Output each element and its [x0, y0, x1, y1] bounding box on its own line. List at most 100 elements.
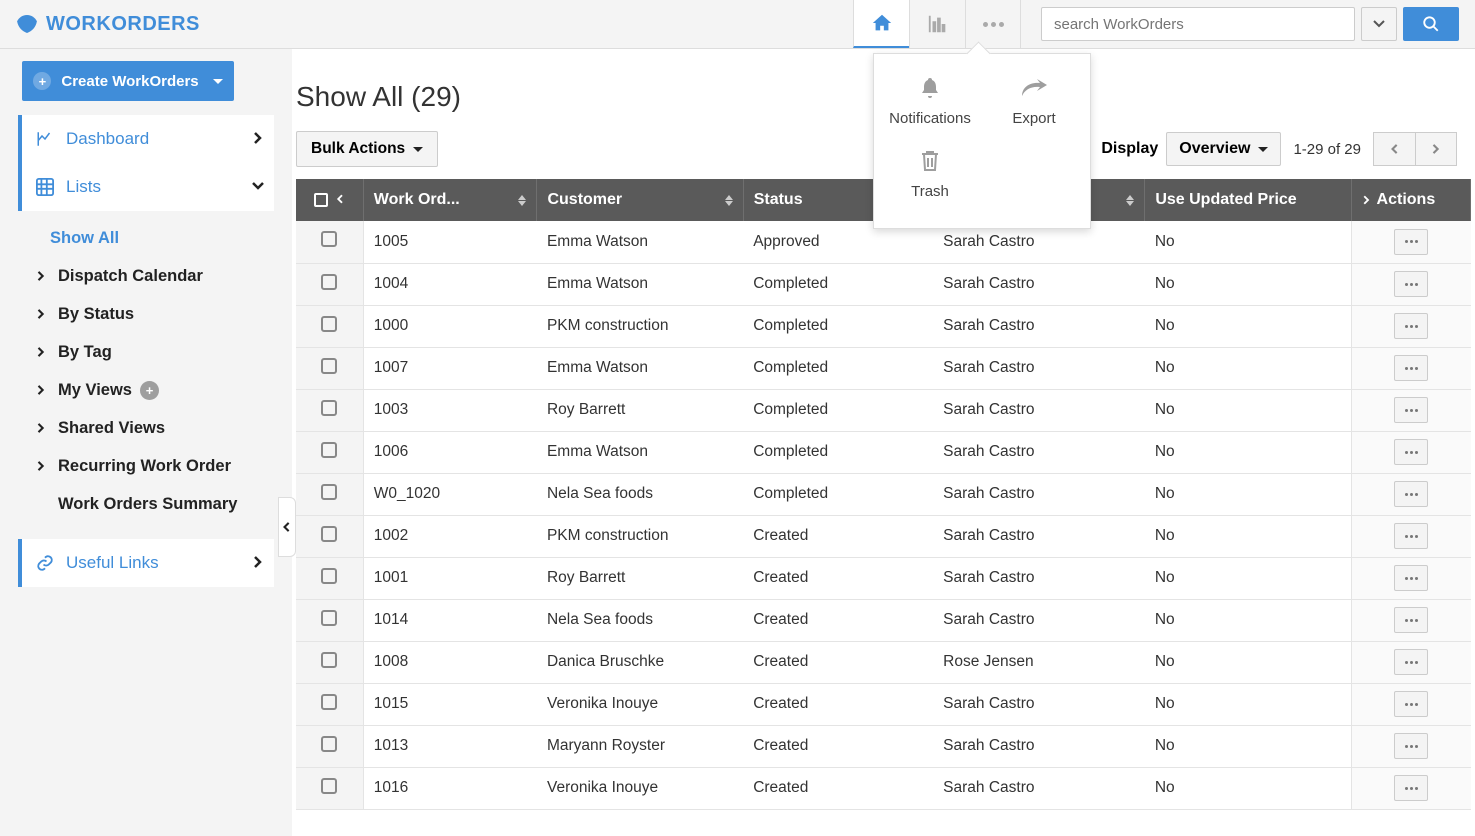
- sidebar-sub-label: My Views: [58, 381, 132, 400]
- row-actions-button[interactable]: [1394, 691, 1428, 717]
- row-checkbox[interactable]: [321, 400, 337, 416]
- row-checkbox[interactable]: [321, 231, 337, 247]
- row-checkbox[interactable]: [321, 610, 337, 626]
- cell-use-updated-price: No: [1145, 263, 1351, 305]
- pager-next-button[interactable]: [1415, 132, 1457, 166]
- row-checkbox-cell[interactable]: [296, 767, 363, 809]
- row-actions-button[interactable]: [1394, 439, 1428, 465]
- row-checkbox[interactable]: [321, 316, 337, 332]
- table-row[interactable]: 1015Veronika InouyeCreatedSarah CastroNo: [296, 683, 1471, 725]
- home-icon-button[interactable]: [853, 0, 909, 48]
- create-workorders-button[interactable]: + Create WorkOrders: [22, 61, 234, 101]
- sidebar-item-lists[interactable]: Lists: [18, 163, 274, 211]
- row-actions-button[interactable]: [1394, 565, 1428, 591]
- row-actions-button[interactable]: [1394, 649, 1428, 675]
- row-checkbox-cell[interactable]: [296, 515, 363, 557]
- row-actions-button[interactable]: [1394, 481, 1428, 507]
- sidebar-sub-dispatch-calendar[interactable]: Dispatch Calendar: [36, 257, 274, 295]
- popover-trash[interactable]: Trash: [878, 139, 982, 212]
- row-checkbox-cell[interactable]: [296, 263, 363, 305]
- add-view-icon[interactable]: +: [140, 381, 159, 400]
- row-checkbox[interactable]: [321, 736, 337, 752]
- column-checkbox[interactable]: [296, 179, 363, 221]
- row-checkbox-cell[interactable]: [296, 599, 363, 641]
- table-row[interactable]: 1001Roy BarrettCreatedSarah CastroNo: [296, 557, 1471, 599]
- table-row[interactable]: 1006Emma WatsonCompletedSarah CastroNo: [296, 431, 1471, 473]
- row-checkbox[interactable]: [321, 778, 337, 794]
- row-actions-button[interactable]: [1394, 355, 1428, 381]
- row-checkbox-cell[interactable]: [296, 473, 363, 515]
- sidebar-sub-shared-views[interactable]: Shared Views: [36, 409, 274, 447]
- pager-prev-button[interactable]: [1373, 132, 1415, 166]
- cell-actions: [1351, 725, 1470, 767]
- row-checkbox[interactable]: [321, 484, 337, 500]
- row-checkbox-cell[interactable]: [296, 347, 363, 389]
- search-dropdown-button[interactable]: [1361, 7, 1397, 41]
- more-icon-button[interactable]: [965, 0, 1021, 48]
- column-customer[interactable]: Customer: [537, 179, 743, 221]
- row-checkbox[interactable]: [321, 652, 337, 668]
- row-checkbox-cell[interactable]: [296, 431, 363, 473]
- row-checkbox-cell[interactable]: [296, 221, 363, 263]
- sidebar-collapse-handle[interactable]: [278, 497, 296, 557]
- popover-export[interactable]: Export: [982, 66, 1086, 139]
- row-checkbox[interactable]: [321, 274, 337, 290]
- row-actions-button[interactable]: [1394, 271, 1428, 297]
- cell-work-order: 1015: [363, 683, 537, 725]
- sidebar-item-useful-links[interactable]: Useful Links: [18, 539, 274, 587]
- row-checkbox[interactable]: [321, 694, 337, 710]
- sidebar-sub-summary[interactable]: Work Orders Summary: [36, 485, 274, 523]
- row-actions-button[interactable]: [1394, 229, 1428, 255]
- table-row[interactable]: W0_1020Nela Sea foodsCompletedSarah Cast…: [296, 473, 1471, 515]
- table-row[interactable]: 1014Nela Sea foodsCreatedSarah CastroNo: [296, 599, 1471, 641]
- display-select[interactable]: Overview: [1166, 132, 1281, 166]
- column-actions[interactable]: Actions: [1351, 179, 1470, 221]
- bell-icon: [916, 74, 944, 102]
- table-row[interactable]: 1002PKM constructionCreatedSarah CastroN…: [296, 515, 1471, 557]
- logo[interactable]: WORKORDERS: [16, 13, 200, 36]
- row-actions-button[interactable]: [1394, 313, 1428, 339]
- more-icon: [1405, 493, 1418, 496]
- column-use-updated-price[interactable]: Use Updated Price: [1145, 179, 1351, 221]
- row-checkbox-cell[interactable]: [296, 725, 363, 767]
- row-checkbox-cell[interactable]: [296, 305, 363, 347]
- sidebar-sub-show-all[interactable]: Show All: [36, 219, 274, 257]
- table-row[interactable]: 1013Maryann RoysterCreatedSarah CastroNo: [296, 725, 1471, 767]
- row-checkbox[interactable]: [321, 568, 337, 584]
- table-row[interactable]: 1008Danica BruschkeCreatedRose JensenNo: [296, 641, 1471, 683]
- row-actions-button[interactable]: [1394, 397, 1428, 423]
- select-all-checkbox[interactable]: [314, 193, 328, 207]
- row-checkbox[interactable]: [321, 358, 337, 374]
- row-checkbox[interactable]: [321, 442, 337, 458]
- row-checkbox-cell[interactable]: [296, 557, 363, 599]
- row-actions-button[interactable]: [1394, 523, 1428, 549]
- sidebar-sub-by-status[interactable]: By Status: [36, 295, 274, 333]
- row-actions-button[interactable]: [1394, 607, 1428, 633]
- column-work-order[interactable]: Work Ord...: [363, 179, 537, 221]
- chart-icon-button[interactable]: [909, 0, 965, 48]
- row-actions-button[interactable]: [1394, 733, 1428, 759]
- table-row[interactable]: 1007Emma WatsonCompletedSarah CastroNo: [296, 347, 1471, 389]
- sidebar-sub-my-views[interactable]: My Views +: [36, 371, 274, 409]
- cell-owner: Sarah Castro: [933, 557, 1145, 599]
- cell-work-order: W0_1020: [363, 473, 537, 515]
- row-checkbox[interactable]: [321, 526, 337, 542]
- cell-customer: PKM construction: [537, 515, 743, 557]
- sidebar-sub-by-tag[interactable]: By Tag: [36, 333, 274, 371]
- row-checkbox-cell[interactable]: [296, 683, 363, 725]
- table-row[interactable]: 1000PKM constructionCompletedSarah Castr…: [296, 305, 1471, 347]
- bulk-actions-button[interactable]: Bulk Actions: [296, 131, 438, 167]
- chevron-right-icon: [1362, 195, 1371, 205]
- search-input[interactable]: [1041, 7, 1355, 41]
- sidebar-item-dashboard[interactable]: Dashboard: [18, 115, 274, 163]
- search-button[interactable]: [1403, 7, 1459, 41]
- table-row[interactable]: 1003Roy BarrettCompletedSarah CastroNo: [296, 389, 1471, 431]
- row-actions-button[interactable]: [1394, 775, 1428, 801]
- sidebar-sub-recurring[interactable]: Recurring Work Order: [36, 447, 274, 485]
- table-row[interactable]: 1004Emma WatsonCompletedSarah CastroNo: [296, 263, 1471, 305]
- table-row[interactable]: 1016Veronika InouyeCreatedSarah CastroNo: [296, 767, 1471, 809]
- row-checkbox-cell[interactable]: [296, 641, 363, 683]
- row-checkbox-cell[interactable]: [296, 389, 363, 431]
- table-wrap[interactable]: Work Ord... Customer Status Use Updated …: [296, 179, 1471, 836]
- popover-notifications[interactable]: Notifications: [878, 66, 982, 139]
